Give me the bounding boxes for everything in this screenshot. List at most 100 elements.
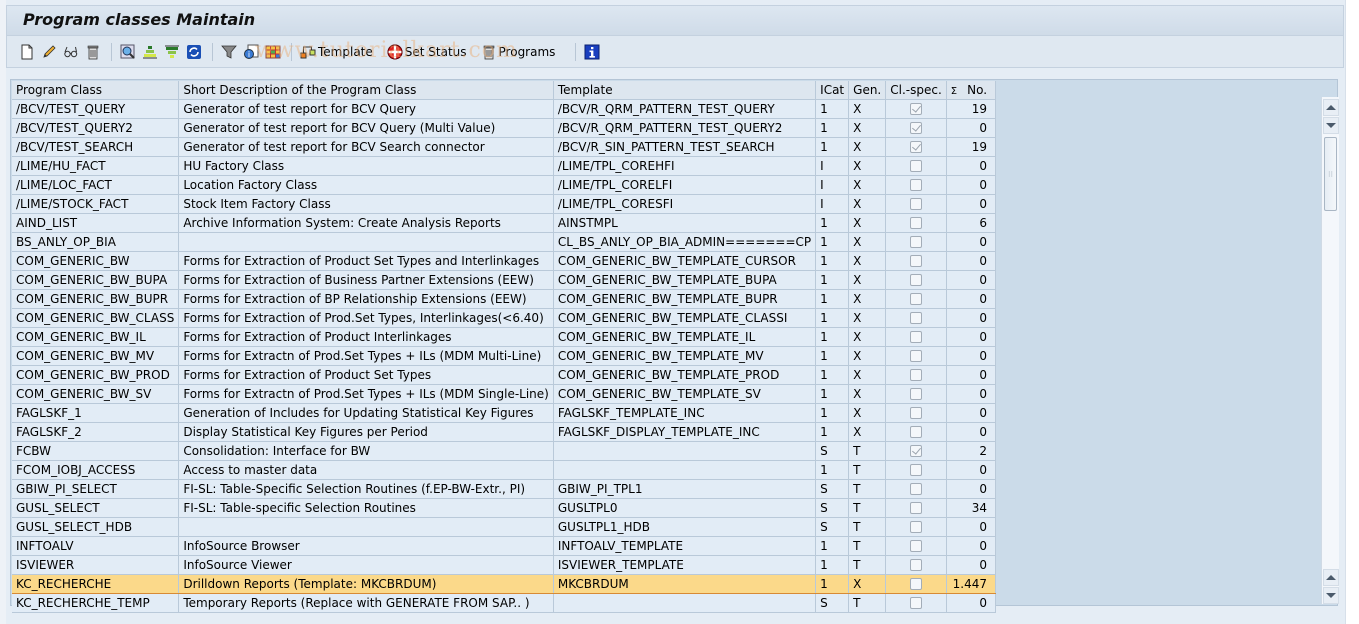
cell-template[interactable]: FAGLSKF_DISPLAY_TEMPLATE_INC xyxy=(553,422,817,442)
cell-description[interactable]: Forms for Extractn of Prod.Set Types + I… xyxy=(178,384,554,404)
cell-description[interactable]: Drilldown Reports (Template: MKCBRDUM) xyxy=(178,573,554,594)
cell-gen[interactable]: X xyxy=(848,118,887,138)
cell-icat[interactable]: 1 xyxy=(815,308,850,328)
cell-cl-spec[interactable] xyxy=(885,327,947,347)
class-specific-checkbox[interactable] xyxy=(910,445,923,457)
cell-program-class[interactable]: FAGLSKF_2 xyxy=(12,422,180,442)
cell-template[interactable]: COM_GENERIC_BW_TEMPLATE_IL xyxy=(553,327,817,347)
cell-description[interactable]: Generator of test report for BCV Query (… xyxy=(178,118,554,138)
cell-program-class[interactable]: /LIME/HU_FACT xyxy=(12,156,180,176)
cell-icat[interactable]: S xyxy=(815,593,850,613)
cell-program-class[interactable]: /BCV/TEST_QUERY2 xyxy=(12,118,180,138)
cell-description[interactable]: Forms for Extractn of Prod.Set Types + I… xyxy=(178,346,554,366)
cell-template[interactable]: /LIME/TPL_COREHFI xyxy=(553,156,817,176)
table-row[interactable]: COM_GENERIC_BW_BUPR Forms for Extraction … xyxy=(12,289,997,309)
cell-cl-spec[interactable] xyxy=(885,251,947,271)
cell-icat[interactable]: I xyxy=(815,156,850,176)
scroll-down-button[interactable] xyxy=(1323,117,1339,134)
cell-description[interactable]: Forms for Extraction of Prod.Set Types, … xyxy=(178,308,554,328)
class-specific-checkbox[interactable] xyxy=(910,160,923,172)
column-header-cl-spec[interactable]: Cl.-spec. xyxy=(885,81,947,100)
cell-description[interactable]: Temporary Reports (Replace with GENERATE… xyxy=(178,593,554,613)
cell-program-class[interactable]: COM_GENERIC_BW_MV xyxy=(12,346,180,366)
cell-gen[interactable]: X xyxy=(848,99,887,119)
cell-icat[interactable]: 1 xyxy=(815,573,850,594)
cell-template[interactable]: CL_BS_ANLY_OP_BIA_ADMIN=======CP xyxy=(553,232,817,252)
class-specific-checkbox[interactable] xyxy=(910,312,923,324)
cell-gen[interactable]: X xyxy=(848,175,887,195)
refresh-button[interactable] xyxy=(186,41,202,63)
cell-icat[interactable]: 1 xyxy=(815,213,850,233)
cell-cl-spec[interactable] xyxy=(885,403,947,423)
cell-gen[interactable]: X xyxy=(848,573,887,594)
cell-cl-spec[interactable] xyxy=(885,308,947,328)
table-row[interactable]: COM_GENERIC_BW_MV Forms for Extractn of P… xyxy=(12,346,997,366)
cell-gen[interactable]: T xyxy=(848,479,887,499)
cell-program-class[interactable]: ISVIEWER xyxy=(12,555,180,575)
cell-gen[interactable]: X xyxy=(848,156,887,176)
table-row[interactable]: /BCV/TEST_QUERY Generator of test report … xyxy=(12,99,997,119)
display-button[interactable] xyxy=(63,41,79,63)
cell-program-class[interactable]: COM_GENERIC_BW_BUPA xyxy=(12,270,180,290)
cell-program-class[interactable]: /BCV/TEST_QUERY xyxy=(12,99,180,119)
cell-icat[interactable]: 1 xyxy=(815,99,850,119)
cell-gen[interactable]: X xyxy=(848,422,887,442)
cell-icat[interactable]: 1 xyxy=(815,536,850,556)
table-row[interactable]: GUSL_SELECT FI-SL: Table-specific Selecti… xyxy=(12,498,997,518)
sort-ascending-button[interactable] xyxy=(142,41,158,63)
cell-cl-spec[interactable] xyxy=(885,384,947,404)
table-row[interactable]: COM_GENERIC_BW_PROD Forms for Extraction … xyxy=(12,365,997,385)
cell-cl-spec[interactable] xyxy=(885,137,947,157)
scroll-page-up-button[interactable] xyxy=(1323,569,1339,586)
cell-gen[interactable]: X xyxy=(848,232,887,252)
cell-program-class[interactable]: COM_GENERIC_BW_PROD xyxy=(12,365,180,385)
cell-cl-spec[interactable] xyxy=(885,270,947,290)
cell-gen[interactable]: T xyxy=(848,517,887,537)
class-specific-checkbox[interactable] xyxy=(910,179,923,191)
programs-button[interactable]: Programs xyxy=(481,41,555,63)
cell-template[interactable]: /BCV/R_QRM_PATTERN_TEST_QUERY xyxy=(553,99,817,119)
cell-gen[interactable]: X xyxy=(848,289,887,309)
cell-cl-spec[interactable] xyxy=(885,536,947,556)
cell-no[interactable]: 0 xyxy=(946,460,997,480)
cell-description[interactable]: InfoSource Browser xyxy=(178,536,554,556)
scrollbar-thumb[interactable]: ⁝⁝ xyxy=(1324,137,1337,211)
cell-no[interactable]: 0 xyxy=(946,403,997,423)
class-specific-checkbox[interactable] xyxy=(910,521,923,533)
cell-description[interactable]: Display Statistical Key Figures per Peri… xyxy=(178,422,554,442)
cell-icat[interactable]: 1 xyxy=(815,270,850,290)
class-specific-checkbox[interactable] xyxy=(910,388,923,400)
cell-icat[interactable]: I xyxy=(815,194,850,214)
class-specific-checkbox[interactable] xyxy=(910,103,923,115)
cell-cl-spec[interactable] xyxy=(885,441,947,461)
scroll-page-down-button[interactable] xyxy=(1323,587,1339,604)
cell-no[interactable]: 6 xyxy=(946,213,997,233)
change-button[interactable] xyxy=(41,41,57,63)
cell-program-class[interactable]: GBIW_PI_SELECT xyxy=(12,479,180,499)
class-specific-checkbox[interactable] xyxy=(910,350,923,362)
cell-template[interactable]: COM_GENERIC_BW_TEMPLATE_CLASSI xyxy=(553,308,817,328)
cell-template[interactable] xyxy=(553,460,817,480)
table-row[interactable]: COM_GENERIC_BW_IL Forms for Extraction of… xyxy=(12,327,997,347)
cell-program-class[interactable]: COM_GENERIC_BW_BUPR xyxy=(12,289,180,309)
cell-program-class[interactable]: INFTOALV xyxy=(12,536,180,556)
cell-no[interactable]: 0 xyxy=(946,156,997,176)
cell-no[interactable]: 0 xyxy=(946,175,997,195)
cell-description[interactable]: Generator of test report for BCV Query xyxy=(178,99,554,119)
cell-program-class[interactable]: KC_RECHERCHE xyxy=(12,573,180,594)
table-row[interactable]: COM_GENERIC_BW_SV Forms for Extractn of P… xyxy=(12,384,997,404)
cell-cl-spec[interactable] xyxy=(885,289,947,309)
class-specific-checkbox[interactable] xyxy=(910,331,923,343)
class-specific-checkbox[interactable] xyxy=(910,274,923,286)
cell-no[interactable]: 0 xyxy=(946,270,997,290)
cell-no[interactable]: 1.447 xyxy=(946,573,997,594)
cell-no[interactable]: 0 xyxy=(946,365,997,385)
cell-template[interactable]: COM_GENERIC_BW_TEMPLATE_BUPA xyxy=(553,270,817,290)
cell-icat[interactable]: 1 xyxy=(815,251,850,271)
cell-cl-spec[interactable] xyxy=(885,194,947,214)
cell-template[interactable]: /BCV/R_QRM_PATTERN_TEST_QUERY2 xyxy=(553,118,817,138)
cell-program-class[interactable]: AIND_LIST xyxy=(12,213,180,233)
cell-cl-spec[interactable] xyxy=(885,156,947,176)
cell-no[interactable]: 0 xyxy=(946,194,997,214)
cell-program-class[interactable]: /BCV/TEST_SEARCH xyxy=(12,137,180,157)
